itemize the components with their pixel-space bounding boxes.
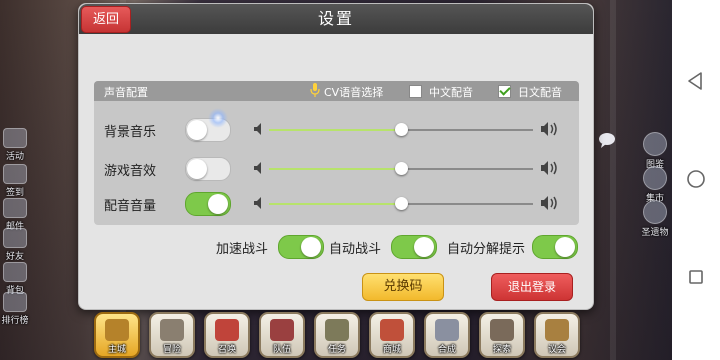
redeem-code-button[interactable]: 兑换码 xyxy=(362,273,444,301)
menu-explore[interactable]: 探索 xyxy=(479,312,525,358)
sfx-volume-slider[interactable] xyxy=(269,162,533,175)
background-pillar xyxy=(610,0,616,360)
japanese-voice-label: 日文配音 xyxy=(518,86,562,99)
sfx-row: 游戏音效 xyxy=(94,149,579,189)
settings-dialog: 设置 返回 声音配置 CV语音选择 中文配音 日文配音 背景音乐 游戏音效 配音… xyxy=(78,3,594,310)
dialog-header: 设置 返回 xyxy=(79,4,593,34)
market-icon xyxy=(643,166,667,190)
dialog-title: 设置 xyxy=(317,9,354,28)
side-menu-friends[interactable]: 好友 xyxy=(0,228,30,262)
back-button[interactable]: 返回 xyxy=(81,6,131,33)
menu-team[interactable]: 队伍 xyxy=(259,312,305,358)
section-title: 声音配置 xyxy=(104,86,148,99)
menu-quest[interactable]: 任务 xyxy=(314,312,360,358)
friends-icon xyxy=(3,228,27,248)
cv-voice-label: CV语音选择 xyxy=(324,86,384,99)
slider-fill xyxy=(269,129,401,131)
toggle-knob xyxy=(301,237,321,257)
toggle-knob xyxy=(414,237,434,257)
chat-icon[interactable] xyxy=(598,132,616,148)
slider-thumb[interactable] xyxy=(395,197,408,210)
relic-icon xyxy=(643,200,667,224)
slider-fill xyxy=(269,203,401,205)
menu-summon[interactable]: 召唤 xyxy=(204,312,250,358)
slider-fill xyxy=(269,168,401,170)
sfx-label: 游戏音效 xyxy=(104,164,157,179)
nav-back-icon[interactable] xyxy=(672,66,720,96)
bgm-label: 背景音乐 xyxy=(104,125,157,140)
crafting-icon xyxy=(435,319,459,341)
volume-low-icon xyxy=(254,123,261,135)
microphone-icon xyxy=(310,83,320,97)
toggle-knob xyxy=(187,120,207,140)
team-icon xyxy=(270,319,294,341)
menu-crafting[interactable]: 合成 xyxy=(424,312,470,358)
quest-book-icon xyxy=(325,319,349,341)
japanese-voice-checkbox[interactable] xyxy=(498,85,511,98)
summon-icon xyxy=(215,319,239,341)
sfx-toggle[interactable] xyxy=(185,157,231,181)
logout-button[interactable]: 退出登录 xyxy=(491,273,573,301)
activity-icon xyxy=(3,128,27,148)
shop-icon xyxy=(380,319,404,341)
chinese-voice-checkbox[interactable] xyxy=(409,85,422,98)
bottom-main-menu: 主城 冒险 召唤 队伍 任务 商城 合成 探索 议会 xyxy=(92,312,580,360)
ranking-icon xyxy=(3,292,27,312)
side-menu-market[interactable]: 集市 xyxy=(640,166,670,204)
side-menu-relic[interactable]: 圣遗物 xyxy=(640,200,670,238)
toggle-knob xyxy=(208,194,228,214)
android-nav-bar xyxy=(672,0,720,360)
menu-council[interactable]: 议会 xyxy=(534,312,580,358)
swords-icon xyxy=(160,319,184,341)
menu-adventure[interactable]: 冒险 xyxy=(149,312,195,358)
codex-icon xyxy=(643,132,667,156)
menu-shop[interactable]: 商城 xyxy=(369,312,415,358)
sound-settings-panel: 声音配置 CV语音选择 中文配音 日文配音 背景音乐 游戏音效 配音音量 xyxy=(94,81,579,225)
voice-volume-slider[interactable] xyxy=(269,197,533,210)
slider-thumb[interactable] xyxy=(395,162,408,175)
castle-icon xyxy=(105,319,129,341)
nav-recent-apps-icon[interactable] xyxy=(672,262,720,292)
calendar-icon xyxy=(3,164,27,184)
voice-row: 配音音量 xyxy=(94,184,579,224)
side-menu-mail[interactable]: 邮件 xyxy=(0,198,30,232)
council-icon xyxy=(545,319,569,341)
voice-toggle[interactable] xyxy=(185,192,231,216)
fast-battle-toggle[interactable] xyxy=(278,235,324,259)
volume-high-icon xyxy=(541,122,557,136)
side-menu-codex[interactable]: 图鉴 xyxy=(640,132,670,170)
side-menu-signin[interactable]: 签到 xyxy=(0,164,30,198)
bgm-row: 背景音乐 xyxy=(94,110,579,150)
menu-main-city[interactable]: 主城 xyxy=(94,312,140,358)
sound-panel-header: 声音配置 CV语音选择 中文配音 日文配音 xyxy=(94,81,579,101)
auto-dismantle-label: 自动分解提示 xyxy=(447,242,526,257)
slider-thumb[interactable] xyxy=(395,123,408,136)
bag-icon xyxy=(3,262,27,282)
nav-home-icon[interactable] xyxy=(672,164,720,194)
chinese-voice-label: 中文配音 xyxy=(429,86,473,99)
side-menu-activity[interactable]: 活动 xyxy=(0,128,30,162)
auto-dismantle-toggle[interactable] xyxy=(532,235,578,259)
toggle-knob xyxy=(555,237,575,257)
bgm-volume-slider[interactable] xyxy=(269,123,533,136)
voice-volume-label: 配音音量 xyxy=(104,199,157,214)
side-menu-bag[interactable]: 背包 xyxy=(0,262,30,296)
explore-icon xyxy=(490,319,514,341)
auto-battle-label: 自动战斗 xyxy=(329,242,382,257)
fast-battle-label: 加速战斗 xyxy=(216,242,269,257)
volume-low-icon xyxy=(254,197,261,209)
toggle-knob xyxy=(187,159,207,179)
sparkle-effect xyxy=(208,108,228,128)
volume-high-icon xyxy=(541,161,557,175)
volume-high-icon xyxy=(541,196,557,210)
auto-battle-toggle[interactable] xyxy=(391,235,437,259)
mail-icon xyxy=(3,198,27,218)
volume-low-icon xyxy=(254,162,261,174)
side-menu-ranking[interactable]: 排行榜 xyxy=(0,292,30,326)
